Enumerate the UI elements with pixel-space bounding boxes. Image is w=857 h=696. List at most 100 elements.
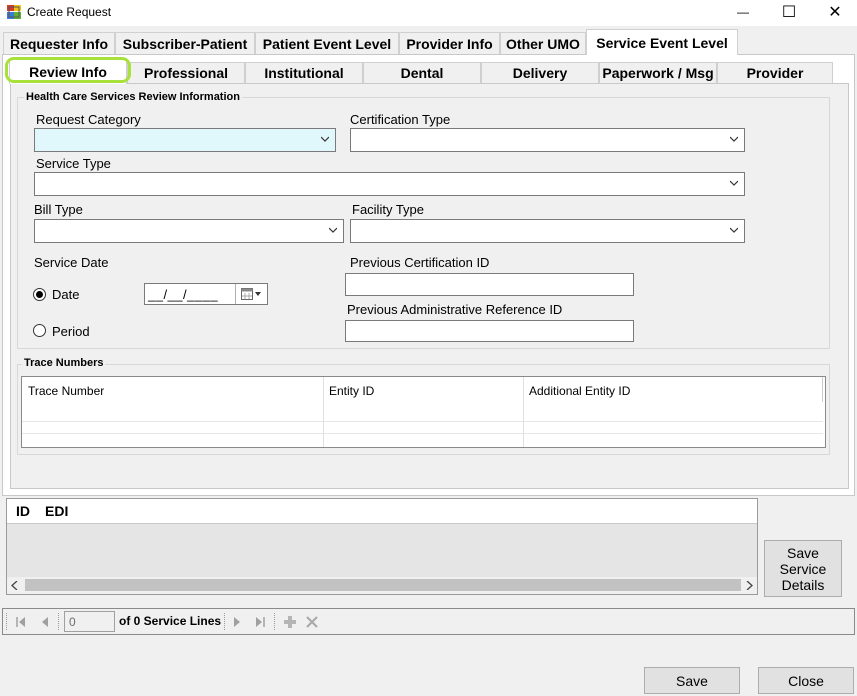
move-last-icon[interactable] xyxy=(253,615,267,629)
certification-type-label: Certification Type xyxy=(350,112,451,127)
group-title: Trace Numbers xyxy=(22,357,106,369)
tab-label: Review Info xyxy=(29,64,107,80)
move-previous-icon[interactable] xyxy=(38,615,52,629)
tab-delivery[interactable]: Delivery xyxy=(481,62,599,83)
previous-admin-ref-id-label: Previous Administrative Reference ID xyxy=(347,302,563,317)
tab-dental[interactable]: Dental xyxy=(363,62,481,83)
grid-line xyxy=(22,421,823,422)
save-service-details-button[interactable]: Save Service Details xyxy=(764,540,842,597)
column-header-additional-entity-id[interactable]: Additional Entity ID xyxy=(523,377,823,421)
column-header-edi[interactable]: EDI xyxy=(45,503,68,519)
grid-line xyxy=(22,433,823,434)
grid-line xyxy=(323,377,324,447)
tab-label: Provider Info xyxy=(406,35,493,52)
maximize-icon: ☐ xyxy=(781,4,797,21)
tab-label: Paperwork / Msg xyxy=(602,65,714,81)
position-value: 0 xyxy=(69,615,76,629)
column-header-trace-number[interactable]: Trace Number xyxy=(22,377,323,421)
bill-type-select[interactable] xyxy=(34,219,344,243)
previous-certification-id-label: Previous Certification ID xyxy=(350,255,490,270)
previous-certification-id-input[interactable] xyxy=(345,273,634,296)
grid-line xyxy=(822,377,823,402)
horizontal-scrollbar[interactable] xyxy=(7,577,757,594)
period-radio-label: Period xyxy=(52,324,90,339)
scrollbar-thumb[interactable] xyxy=(25,579,741,591)
service-date-picker[interactable]: __/__/____ xyxy=(144,283,268,305)
service-lines-grid[interactable]: ID EDI xyxy=(6,498,758,595)
service-date-label: Service Date xyxy=(34,255,109,270)
bill-type-label: Bill Type xyxy=(34,202,83,217)
chevron-down-icon xyxy=(730,227,738,233)
tab-service-event-level[interactable]: Service Event Level xyxy=(586,29,738,55)
request-category-select[interactable] xyxy=(34,128,336,152)
move-first-icon[interactable] xyxy=(14,615,28,629)
tab-label: Dental xyxy=(400,65,444,81)
separator xyxy=(58,613,59,630)
tab-requester-info[interactable]: Requester Info xyxy=(3,32,115,54)
separator xyxy=(224,613,225,630)
app-icon xyxy=(7,5,21,19)
service-date-value: __/__/____ xyxy=(148,287,219,302)
date-radio-label: Date xyxy=(52,287,80,302)
tab-paperwork-msg[interactable]: Paperwork / Msg xyxy=(599,62,717,83)
tab-other-umo[interactable]: Other UMO xyxy=(500,32,586,54)
period-radio[interactable] xyxy=(33,324,46,337)
tab-professional[interactable]: Professional xyxy=(127,62,245,83)
tab-label: Service Event Level xyxy=(596,34,728,51)
title-bar: Create Request — ☐ ✕ xyxy=(0,0,857,26)
close-window-button[interactable]: ✕ xyxy=(812,0,857,24)
tab-label: Other UMO xyxy=(506,35,580,52)
date-radio[interactable] xyxy=(33,288,46,301)
scroll-right-icon[interactable] xyxy=(745,581,753,590)
tab-patient-event-level[interactable]: Patient Event Level xyxy=(255,32,399,54)
separator xyxy=(6,613,7,630)
minimize-icon: — xyxy=(737,5,749,19)
chevron-down-icon xyxy=(321,136,329,142)
tab-review-info[interactable]: Review Info xyxy=(9,59,127,84)
column-header-entity-id[interactable]: Entity ID xyxy=(323,377,523,421)
group-title: Health Care Services Review Information xyxy=(24,91,242,103)
tab-label: Professional xyxy=(143,65,229,81)
minimize-button[interactable]: — xyxy=(720,0,766,24)
delete-icon[interactable] xyxy=(305,615,319,629)
binding-navigator: 0 of 0 Service Lines xyxy=(2,608,855,635)
request-category-label: Request Category xyxy=(36,112,141,127)
close-icon: ✕ xyxy=(828,4,842,21)
count-label: of 0 Service Lines xyxy=(119,614,222,628)
tab-label: Subscriber-Patient xyxy=(122,35,248,52)
grid-header: ID EDI xyxy=(7,499,757,524)
move-next-icon[interactable] xyxy=(230,615,244,629)
divider xyxy=(235,284,236,304)
scroll-left-icon[interactable] xyxy=(11,581,19,590)
tab-label: Institutional xyxy=(264,65,344,81)
grid-line xyxy=(523,377,524,447)
tab-institutional[interactable]: Institutional xyxy=(245,62,363,83)
trace-numbers-grid[interactable]: Trace Number Entity ID Additional Entity… xyxy=(21,376,826,448)
position-input[interactable]: 0 xyxy=(64,611,115,632)
previous-admin-ref-id-input[interactable] xyxy=(345,320,634,342)
add-icon[interactable] xyxy=(283,615,297,629)
tab-provider-info[interactable]: Provider Info xyxy=(399,32,500,54)
facility-type-select[interactable] xyxy=(350,219,745,243)
close-button[interactable]: Close xyxy=(758,667,854,694)
maximize-button[interactable]: ☐ xyxy=(766,0,812,24)
tab-label: Provider xyxy=(746,65,804,81)
chevron-down-icon xyxy=(730,136,738,142)
facility-type-label: Facility Type xyxy=(352,202,425,217)
column-header-id[interactable]: ID xyxy=(16,503,30,519)
chevron-down-icon xyxy=(329,227,337,233)
radio-dot xyxy=(36,291,43,298)
window-title: Create Request xyxy=(27,5,112,19)
save-button[interactable]: Save xyxy=(644,667,740,694)
tab-label: Patient Event Level xyxy=(262,35,392,52)
service-type-select[interactable] xyxy=(34,172,745,196)
service-type-label: Service Type xyxy=(36,156,111,171)
separator xyxy=(274,613,275,630)
tab-provider[interactable]: Provider xyxy=(717,62,833,83)
certification-type-select[interactable] xyxy=(350,128,745,152)
calendar-icon[interactable] xyxy=(241,288,263,301)
tab-label: Delivery xyxy=(512,65,568,81)
tab-label: Requester Info xyxy=(9,35,108,52)
tab-subscriber-patient[interactable]: Subscriber-Patient xyxy=(115,32,255,54)
chevron-down-icon xyxy=(730,180,738,186)
